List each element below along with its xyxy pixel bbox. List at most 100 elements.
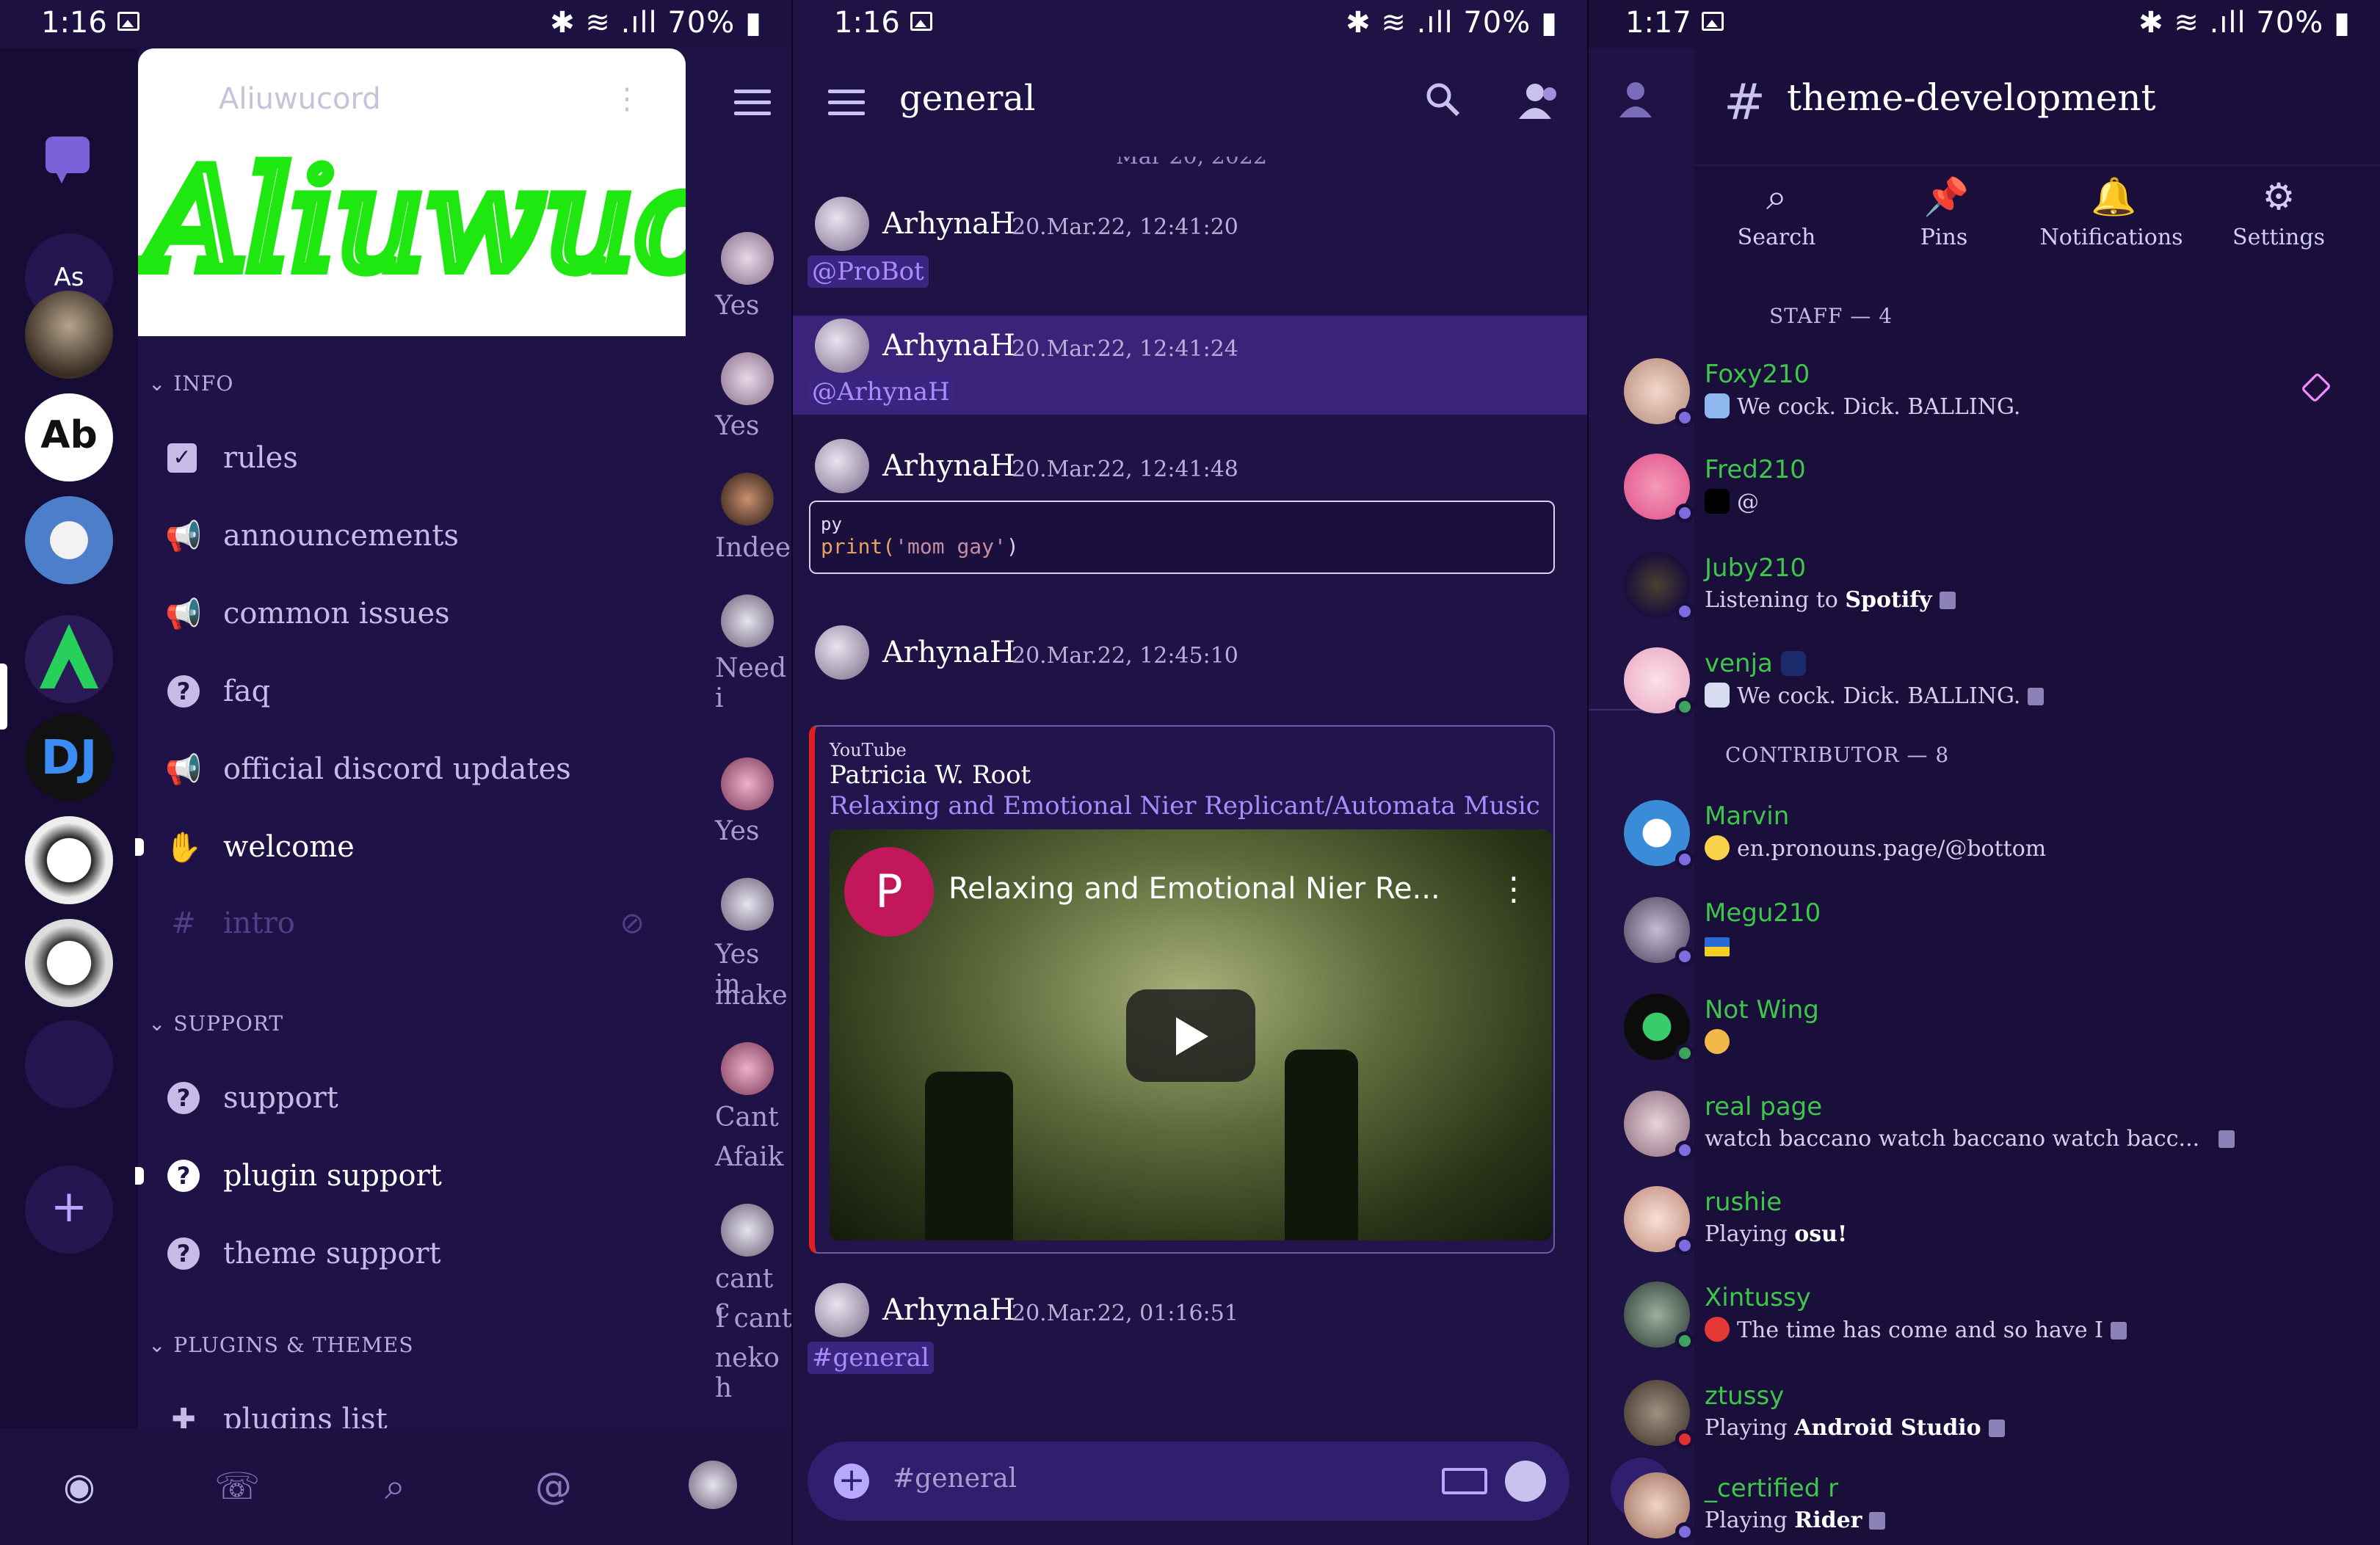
member-row[interactable]: Fred210 @ <box>1602 446 2358 527</box>
message-author[interactable]: ArhynaH <box>882 329 1015 363</box>
status-bar: 1:16 ✱ ≋ .ıll 70% ▮ <box>0 0 791 48</box>
action-search[interactable]: ⌕ Search <box>1703 176 1850 250</box>
wave-icon: ✋ <box>165 830 202 865</box>
server-menu-icon[interactable]: ⋮ <box>612 82 642 116</box>
member-row[interactable]: ztussy Playing Android Studio <box>1602 1373 2358 1453</box>
avatar[interactable] <box>815 197 869 251</box>
channel-official-discord-updates[interactable]: 📢 official discord updates <box>165 740 667 799</box>
status-time: 1:16 <box>41 6 139 40</box>
channel-faq[interactable]: ? faq <box>167 662 667 721</box>
guild-avatar-witcher[interactable] <box>25 291 113 379</box>
channel-plugin-support[interactable]: ? plugin support <box>135 1146 667 1205</box>
embed-title[interactable]: Relaxing and Emotional Nier Replicant/Au… <box>830 791 1540 821</box>
channel-intro[interactable]: # intro ⊘ <box>167 894 667 953</box>
mentions-icon[interactable]: @ <box>531 1465 576 1509</box>
action-notifications[interactable]: 🔔 Notifications <box>2038 176 2185 250</box>
member-row[interactable]: rushie Playing osu! <box>1602 1179 2358 1259</box>
channel-announcements[interactable]: 📢 announcements <box>165 506 667 565</box>
message-mention[interactable]: @ProBot <box>808 255 929 288</box>
alarm-clock-icon <box>1705 1317 1730 1342</box>
guild-avatar-manga[interactable] <box>25 816 113 904</box>
video-thumbnail[interactable]: P Relaxing and Emotional Nier Re... ⋮ <box>830 829 1552 1240</box>
channel-mention[interactable]: #general <box>808 1342 934 1374</box>
menu-icon[interactable] <box>828 90 865 123</box>
member-row[interactable]: Juby210 Listening to Spotify <box>1602 545 2358 625</box>
member-row[interactable]: Foxy210 We cock. Dick. BALLING. <box>1602 351 2358 432</box>
channel-label: theme support <box>223 1237 441 1270</box>
attach-icon[interactable]: + <box>834 1464 869 1499</box>
status-indicator <box>1675 850 1694 869</box>
member-row[interactable]: Xintussy The time has come and so have I <box>1602 1274 2358 1355</box>
member-activity: The time has come and so have I <box>1705 1317 2127 1343</box>
server-banner[interactable]: Aliuwucord ⋮ Aliuwucord <box>138 48 686 336</box>
message-author[interactable]: ArhynaH <box>882 1293 1015 1327</box>
embed-author[interactable]: Patricia W. Root <box>830 760 1031 790</box>
guild-avatar-abyssal[interactable]: Ab <box>25 393 113 481</box>
play-button[interactable] <box>1126 989 1255 1082</box>
direct-messages-icon[interactable] <box>46 137 90 183</box>
guild-folder[interactable] <box>25 1020 113 1108</box>
guild-avatar-dj[interactable]: DJ <box>25 713 113 801</box>
code-line: print('mom gay') <box>821 534 1019 559</box>
action-settings[interactable]: ⚙ Settings <box>2205 176 2352 250</box>
friends-icon[interactable]: ☏ <box>214 1465 261 1509</box>
category-plugins-themes[interactable]: PLUGINS & THEMES <box>148 1333 414 1357</box>
rich-presence-icon <box>2110 1322 2127 1339</box>
avatar <box>721 1042 774 1095</box>
member-row[interactable]: real page watch baccano watch baccano wa… <box>1602 1083 2358 1164</box>
avatar[interactable] <box>815 625 869 680</box>
member-activity: Playing osu! <box>1705 1221 1848 1247</box>
search-icon[interactable] <box>1424 81 1461 117</box>
menu-icon[interactable] <box>734 90 771 123</box>
channel-welcome[interactable]: ✋ welcome <box>135 818 667 876</box>
guild-avatar-fox[interactable] <box>25 496 113 584</box>
avatar <box>721 595 774 647</box>
member-row[interactable]: venja We cock. Dick. BALLING. <box>1602 640 2358 721</box>
discord-home-icon[interactable]: ◉ <box>57 1465 101 1509</box>
hash-icon: # <box>1724 73 1766 131</box>
message-input[interactable]: + #general <box>808 1442 1570 1521</box>
channel-rules[interactable]: ✓ rules <box>167 429 667 487</box>
members-icon[interactable] <box>1516 81 1560 120</box>
code-block[interactable]: py print('mom gay') <box>809 501 1555 574</box>
profile-avatar[interactable] <box>689 1461 737 1509</box>
members-icon[interactable] <box>1617 79 1661 119</box>
aliucord-logo-icon <box>40 624 98 688</box>
avatar[interactable] <box>815 319 869 373</box>
member-row[interactable]: Megu210 <box>1602 890 2358 970</box>
guild-avatar-aliuwucord[interactable] <box>25 615 113 703</box>
channel-theme-support[interactable]: ? theme support <box>167 1224 667 1283</box>
figure-left <box>925 1072 1013 1240</box>
status-indicators: ✱ ≋ .ıll 70% ▮ <box>550 6 762 40</box>
member-name: Megu210 <box>1705 898 1821 928</box>
search-icon[interactable]: ⌕ <box>373 1465 417 1509</box>
message-author[interactable]: ArhynaH <box>882 449 1015 483</box>
role-header-contributor: CONTRIBUTOR — 8 <box>1725 743 1950 767</box>
category-support[interactable]: SUPPORT <box>148 1011 283 1036</box>
avatar[interactable] <box>815 1283 869 1337</box>
category-info[interactable]: INFO <box>148 371 233 396</box>
keyboard-icon[interactable] <box>1442 1468 1487 1494</box>
avatar <box>721 757 774 810</box>
status-indicator <box>1675 1522 1694 1541</box>
avatar[interactable] <box>815 439 869 493</box>
peek-message: I cant <box>715 1304 791 1334</box>
guild-avatar-manga-2[interactable] <box>25 919 113 1007</box>
youtube-embed[interactable]: YouTube Patricia W. Root Relaxing and Em… <box>809 725 1555 1254</box>
message-author[interactable]: ArhynaH <box>882 207 1015 241</box>
emoji-icon[interactable] <box>1505 1461 1546 1502</box>
channel-common-issues[interactable]: 📢 common issues <box>165 584 667 643</box>
member-row[interactable]: Not Wing <box>1602 986 2358 1067</box>
member-row[interactable]: _certified r Playing Rider <box>1602 1465 2358 1545</box>
add-server-button[interactable]: + <box>25 1166 113 1254</box>
snail-emoji-icon <box>1705 1029 1730 1054</box>
member-row[interactable]: Marvin en.pronouns.page/@bottom <box>1602 793 2358 873</box>
channel-support[interactable]: ? support <box>167 1069 667 1127</box>
status-indicators: ✱ ≋ .ıll 70% ▮ <box>2138 6 2351 40</box>
action-pins[interactable]: 📌 Pins <box>1871 176 2017 250</box>
video-more-icon[interactable]: ⋮ <box>1498 870 1530 908</box>
message-timestamp: 20.Mar.22, 12:45:10 <box>1012 643 1238 669</box>
message-author[interactable]: ArhynaH <box>882 636 1015 669</box>
unread-indicator <box>135 1167 144 1185</box>
message-mention[interactable]: @ArhynaH <box>808 376 954 408</box>
